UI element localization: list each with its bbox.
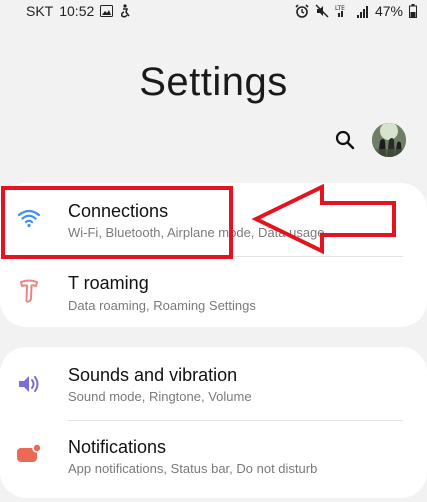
page-title: Settings [139,60,288,104]
mute-icon [315,4,329,18]
settings-item-t-roaming[interactable]: T roaming Data roaming, Roaming Settings [0,257,427,329]
notification-icon [16,441,42,467]
t-roaming-title: T roaming [68,273,149,293]
battery-icon [409,4,417,18]
cell-signal-icon [356,5,369,18]
lte-signal-icon: LTE [335,4,351,18]
sounds-subtitle: Sound mode, Ringtone, Volume [68,389,252,404]
clock: 10:52 [59,3,95,19]
status-right: LTE 47% [295,3,417,19]
settings-group-2: Sounds and vibration Sound mode, Rington… [0,347,427,498]
speaker-icon [16,371,42,397]
highlight-box [1,186,233,259]
alarm-icon [295,4,309,18]
notifications-title: Notifications [68,437,167,457]
accessibility-notification-icon [119,4,131,18]
arrow-annotation [250,183,400,260]
t-roaming-icon [16,279,42,305]
t-roaming-subtitle: Data roaming, Roaming Settings [68,298,256,313]
gallery-notification-icon [100,5,114,17]
search-button[interactable] [333,128,357,152]
search-icon [335,130,355,150]
profile-avatar[interactable] [372,123,406,157]
status-bar: SKT 10:52 LTE 47% [0,0,427,22]
settings-item-sounds-and-vibration[interactable]: Sounds and vibration Sound mode, Rington… [0,347,427,419]
settings-item-notifications[interactable]: Notifications App notifications, Status … [0,421,427,493]
svg-text:LTE: LTE [335,5,345,12]
carrier-label: SKT [26,3,54,19]
sounds-title: Sounds and vibration [68,365,238,385]
battery-percent: 47% [374,3,403,19]
notifications-subtitle: App notifications, Status bar, Do not di… [68,461,318,476]
status-left: SKT 10:52 [26,3,131,19]
